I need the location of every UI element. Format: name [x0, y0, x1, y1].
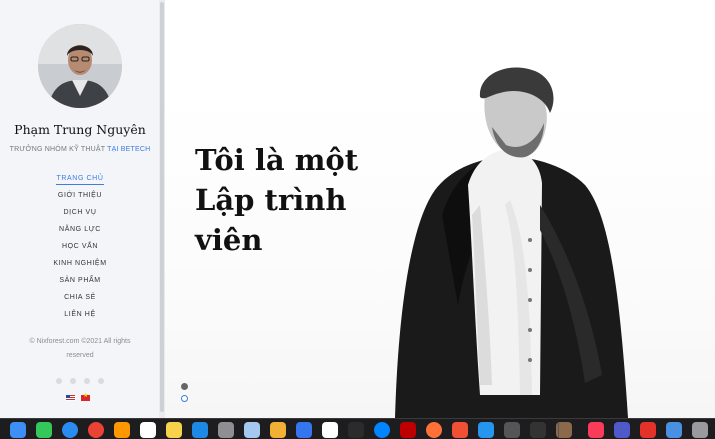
hero-section: Tôi là một Lập trình viên	[165, 0, 715, 418]
english-flag-icon[interactable]	[66, 395, 75, 401]
menu-item-hoc-van[interactable]: HỌC VẤN	[0, 238, 160, 255]
hero-person-image	[395, 67, 628, 418]
vietnam-flag-icon[interactable]	[81, 392, 90, 401]
messenger-icon[interactable]	[374, 422, 390, 438]
notion-icon[interactable]	[322, 422, 338, 438]
scrollbar-thumb[interactable]	[160, 2, 164, 412]
filezilla-icon[interactable]	[400, 422, 416, 438]
slide-dot-2[interactable]	[181, 395, 188, 402]
menu-item-lien-he[interactable]: LIÊN HỆ	[0, 306, 160, 323]
sidebar: Phạm Trung Nguyên TRƯỞNG NHÓM KỸ THUẬT T…	[0, 0, 160, 418]
slide-dot-1[interactable]	[181, 383, 188, 390]
social-icon[interactable]	[98, 378, 104, 384]
social-icon[interactable]	[56, 378, 62, 384]
hero-line: Lập trình	[195, 183, 347, 217]
safari-icon[interactable]	[62, 422, 78, 438]
tools-icon[interactable]	[504, 422, 520, 438]
notes-icon[interactable]	[166, 422, 182, 438]
git-icon[interactable]	[452, 422, 468, 438]
social-icon[interactable]	[84, 378, 90, 384]
menu-item-chia-se[interactable]: CHIA SẺ	[0, 289, 160, 306]
sublime-icon[interactable]	[114, 422, 130, 438]
job-title: TRƯỞNG NHÓM KỸ THUẬT	[9, 146, 106, 153]
menu-item-nang-luc[interactable]: NĂNG LỰC	[0, 221, 160, 238]
hero-heading: Tôi là một Lập trình viên	[195, 140, 395, 260]
teams-icon[interactable]	[614, 422, 630, 438]
menu-item-dich-vu[interactable]: DỊCH VỤ	[0, 204, 160, 221]
photos-icon[interactable]	[270, 422, 286, 438]
menu-item-gioi-thieu[interactable]: GIỚI THIỆU	[0, 187, 160, 204]
chrome-icon[interactable]	[88, 422, 104, 438]
docker-icon[interactable]	[478, 422, 494, 438]
preview-icon[interactable]	[244, 422, 260, 438]
trash-icon[interactable]	[692, 422, 708, 438]
social-icon[interactable]	[70, 378, 76, 384]
vscode-icon[interactable]	[192, 422, 208, 438]
hero-line: Tôi là một	[195, 143, 359, 177]
iterm-icon[interactable]	[530, 422, 546, 438]
main-menu: TRANG CHỦ GIỚI THIỆU DỊCH VỤ NĂNG LỰC HỌ…	[0, 170, 160, 323]
menu-item-san-pham[interactable]: SẢN PHẨM	[0, 272, 160, 289]
anydesk-icon[interactable]	[640, 422, 656, 438]
menu-item-kinh-nghiem[interactable]: KINH NGHIỆM	[0, 255, 160, 272]
dock-separator	[558, 422, 559, 438]
music-icon[interactable]	[588, 422, 604, 438]
hero-line: viên	[195, 223, 263, 257]
social-links	[56, 378, 106, 386]
company-link[interactable]: TẠI BETECH	[107, 146, 150, 153]
finder-icon[interactable]	[10, 422, 26, 438]
copyright-text: © Nixforest.com ©2021 All rights reserve…	[29, 338, 131, 359]
profile-name: Phạm Trung Nguyên	[14, 122, 146, 137]
messages-icon[interactable]	[36, 422, 52, 438]
calendar-icon[interactable]	[140, 422, 156, 438]
firefox-icon[interactable]	[426, 422, 442, 438]
menu-item-trang-chu[interactable]: TRANG CHỦ	[0, 170, 160, 187]
macos-dock	[0, 418, 715, 439]
profile-subtitle: TRƯỞNG NHÓM KỸ THUẬT TẠI BETECH	[0, 146, 160, 153]
xcode-icon[interactable]	[296, 422, 312, 438]
preferences-icon[interactable]	[218, 422, 234, 438]
terminal-icon[interactable]	[348, 422, 364, 438]
mail-icon[interactable]	[666, 422, 682, 438]
avatar	[38, 24, 122, 108]
